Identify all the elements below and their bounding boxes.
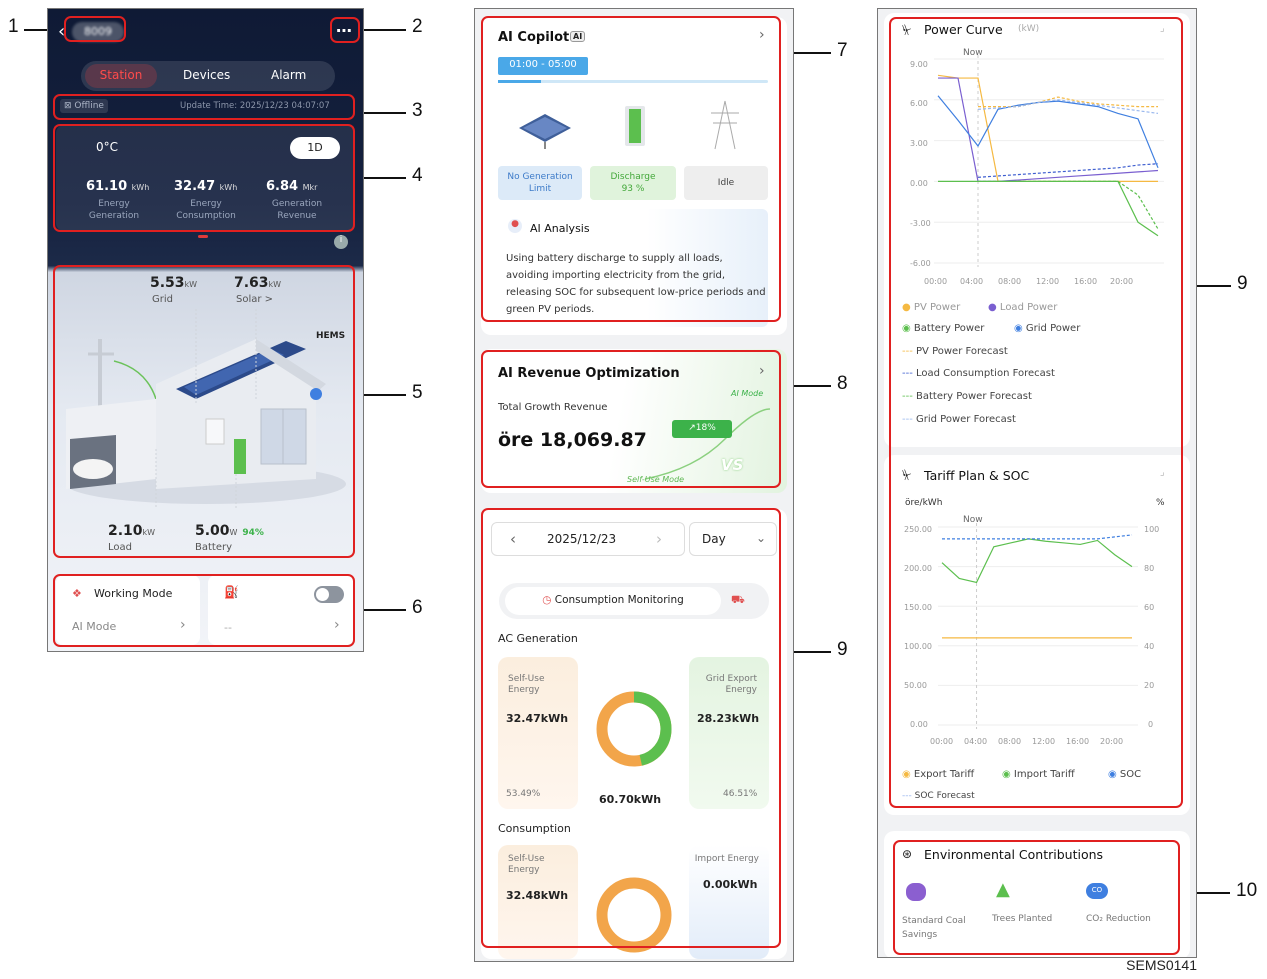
highlight-9b <box>889 17 1183 808</box>
callout-9a: 9 <box>837 639 848 660</box>
station-tab-bar: Station Devices Alarm <box>81 61 335 91</box>
highlight-2 <box>330 17 360 43</box>
highlight-3 <box>53 94 355 120</box>
callout-9b: 9 <box>1237 273 1248 294</box>
callout-5: 5 <box>412 382 423 403</box>
callout-line-2 <box>360 29 406 31</box>
callout-6: 6 <box>412 597 423 618</box>
highlight-10 <box>893 840 1180 955</box>
highlight-4 <box>53 124 355 232</box>
tab-devices[interactable]: Devices <box>183 68 230 82</box>
callout-8: 8 <box>837 373 848 394</box>
highlight-1 <box>64 16 126 42</box>
callout-7: 7 <box>837 40 848 61</box>
callout-4: 4 <box>412 165 423 186</box>
info-icon[interactable]: i <box>334 235 348 249</box>
highlight-9a <box>481 508 781 948</box>
highlight-6 <box>53 574 355 647</box>
figure-id: SEMS0141 <box>1126 957 1197 973</box>
highlight-7 <box>481 16 781 322</box>
tab-station[interactable]: Station <box>85 64 157 88</box>
tab-alarm[interactable]: Alarm <box>271 68 306 82</box>
callout-1: 1 <box>8 16 19 37</box>
callout-10: 10 <box>1236 880 1258 901</box>
highlight-5 <box>53 265 355 558</box>
callout-3: 3 <box>412 100 423 121</box>
page-indicator <box>198 235 208 238</box>
callout-2: 2 <box>412 16 423 37</box>
highlight-8 <box>481 350 781 488</box>
